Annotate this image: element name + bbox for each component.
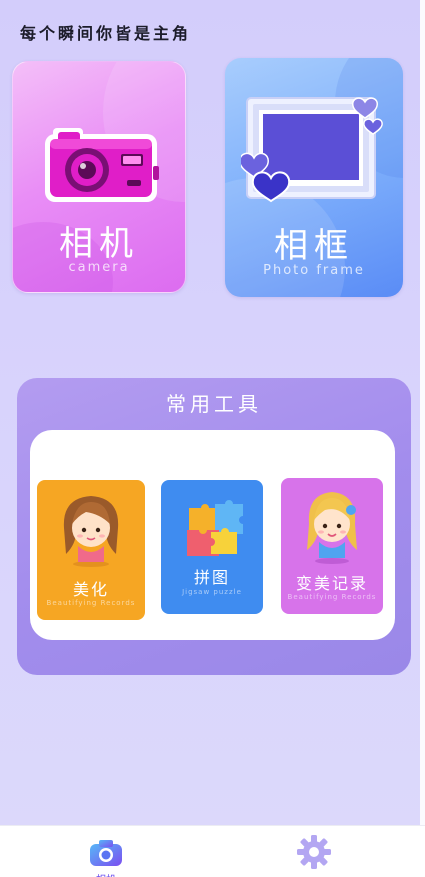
screen-edge: [420, 0, 425, 825]
tool-records-sublabel: Beautifying Records: [287, 593, 377, 601]
puzzle-icon: [187, 500, 243, 556]
tools-title: 常用工具: [166, 392, 262, 416]
tool-beautify-label: 美化: [72, 580, 109, 599]
tool-beautify-card[interactable]: 美化 Beautifying Records: [37, 480, 145, 620]
nav-item-camera[interactable]: [88, 838, 124, 868]
camera-card[interactable]: 相机 camera: [12, 61, 186, 293]
camera-subtitle: camera: [68, 260, 130, 275]
nav-item-settings[interactable]: [296, 834, 332, 870]
camera-icon: [90, 840, 122, 866]
tool-puzzle-sublabel: Jigsaw puzzle: [182, 588, 242, 596]
picture-frame-icon: [241, 97, 383, 203]
camera-icon: [45, 128, 159, 202]
nav-item-camera-label: 相机: [96, 871, 116, 877]
common-tools-panel: 常用工具 美化 Beautifying Records 拼图 Jigsaw pu…: [17, 378, 411, 675]
page-tagline: 每个瞬间你皆是主角: [20, 24, 192, 43]
tool-beautify-sublabel: Beautifying Records: [46, 599, 136, 607]
girl-avatar-icon: [63, 496, 119, 567]
camera-title: 相机: [59, 224, 139, 264]
tool-puzzle-label: 拼图: [193, 568, 230, 587]
bottom-nav: 相机: [0, 825, 425, 877]
frame-title: 相框: [274, 226, 354, 266]
tools-container: 美化 Beautifying Records 拼图 Jigsaw puzzle: [30, 430, 395, 640]
tool-puzzle-card[interactable]: 拼图 Jigsaw puzzle: [161, 480, 263, 614]
tool-records-label: 变美记录: [295, 574, 368, 593]
frame-subtitle: Photo frame: [263, 263, 365, 278]
photo-frame-card[interactable]: 相框 Photo frame: [225, 58, 403, 297]
girl-avatar-icon: [307, 492, 357, 564]
gear-icon: [297, 835, 331, 869]
tool-records-card[interactable]: 变美记录 Beautifying Records: [281, 478, 383, 614]
